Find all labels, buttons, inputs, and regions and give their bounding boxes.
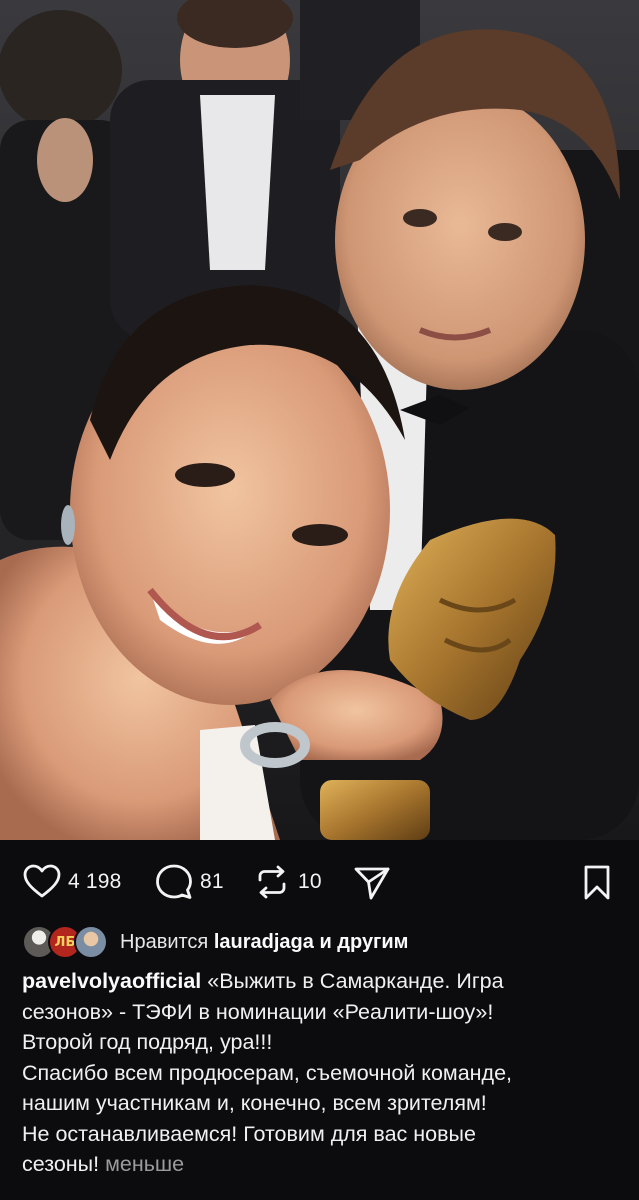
comments-count: 81 <box>200 870 224 893</box>
avatar-badge-text: ЛБ <box>54 934 76 950</box>
repost-button[interactable]: 10 <box>252 862 322 902</box>
comment-button[interactable]: 81 <box>154 862 224 902</box>
show-less-link[interactable]: меньше <box>105 1152 184 1176</box>
comment-bubble-icon <box>156 864 192 899</box>
liked-by-avatars: ЛБ <box>22 925 110 959</box>
post-caption: pavelvolyaofficial «Выжить в Самарканде.… <box>22 966 622 1180</box>
caption-line: Спасибо всем продюсерам, съемочной коман… <box>22 1060 512 1085</box>
share-button[interactable] <box>352 862 392 902</box>
post-panel: 4 198 81 10 ЛБ Нравится lauradjaga и дру… <box>0 840 639 1200</box>
liked-by-text: Нравится lauradjaga и другим <box>120 931 408 954</box>
liked-by-row[interactable]: ЛБ Нравится lauradjaga и другим <box>22 924 408 960</box>
caption-username[interactable]: pavelvolyaofficial <box>22 969 201 993</box>
likes-count: 4 198 <box>68 870 122 893</box>
caption-line: сезоны! <box>22 1152 100 1176</box>
caption-line: Не останавливаемся! Готовим для вас новы… <box>22 1121 476 1146</box>
post-actions-bar: 4 198 81 10 <box>0 858 639 906</box>
photo-illustration <box>0 0 639 840</box>
repost-icon <box>258 865 286 899</box>
save-button[interactable] <box>577 862 617 902</box>
caption-line: нашим участникам и, конечно, всем зрител… <box>22 1091 487 1115</box>
avatar <box>74 925 108 959</box>
caption-line: Второй год подряд, ура!!! <box>22 1030 273 1054</box>
bookmark-icon <box>584 865 610 900</box>
caption-line: сезонов» - ТЭФИ в номинации «Реалити-шоу… <box>22 999 494 1024</box>
caption-line: «Выжить в Самарканде. Игра <box>207 969 504 993</box>
heart-icon <box>23 864 61 898</box>
liked-by-user-link[interactable]: lauradjaga <box>214 931 314 953</box>
liked-by-others-link[interactable]: и другим <box>319 931 408 953</box>
liked-by-prefix: Нравится <box>120 930 209 953</box>
post-photo[interactable] <box>0 0 639 840</box>
send-icon <box>354 867 390 900</box>
reposts-count: 10 <box>298 870 322 893</box>
like-button[interactable]: 4 198 <box>22 862 122 902</box>
